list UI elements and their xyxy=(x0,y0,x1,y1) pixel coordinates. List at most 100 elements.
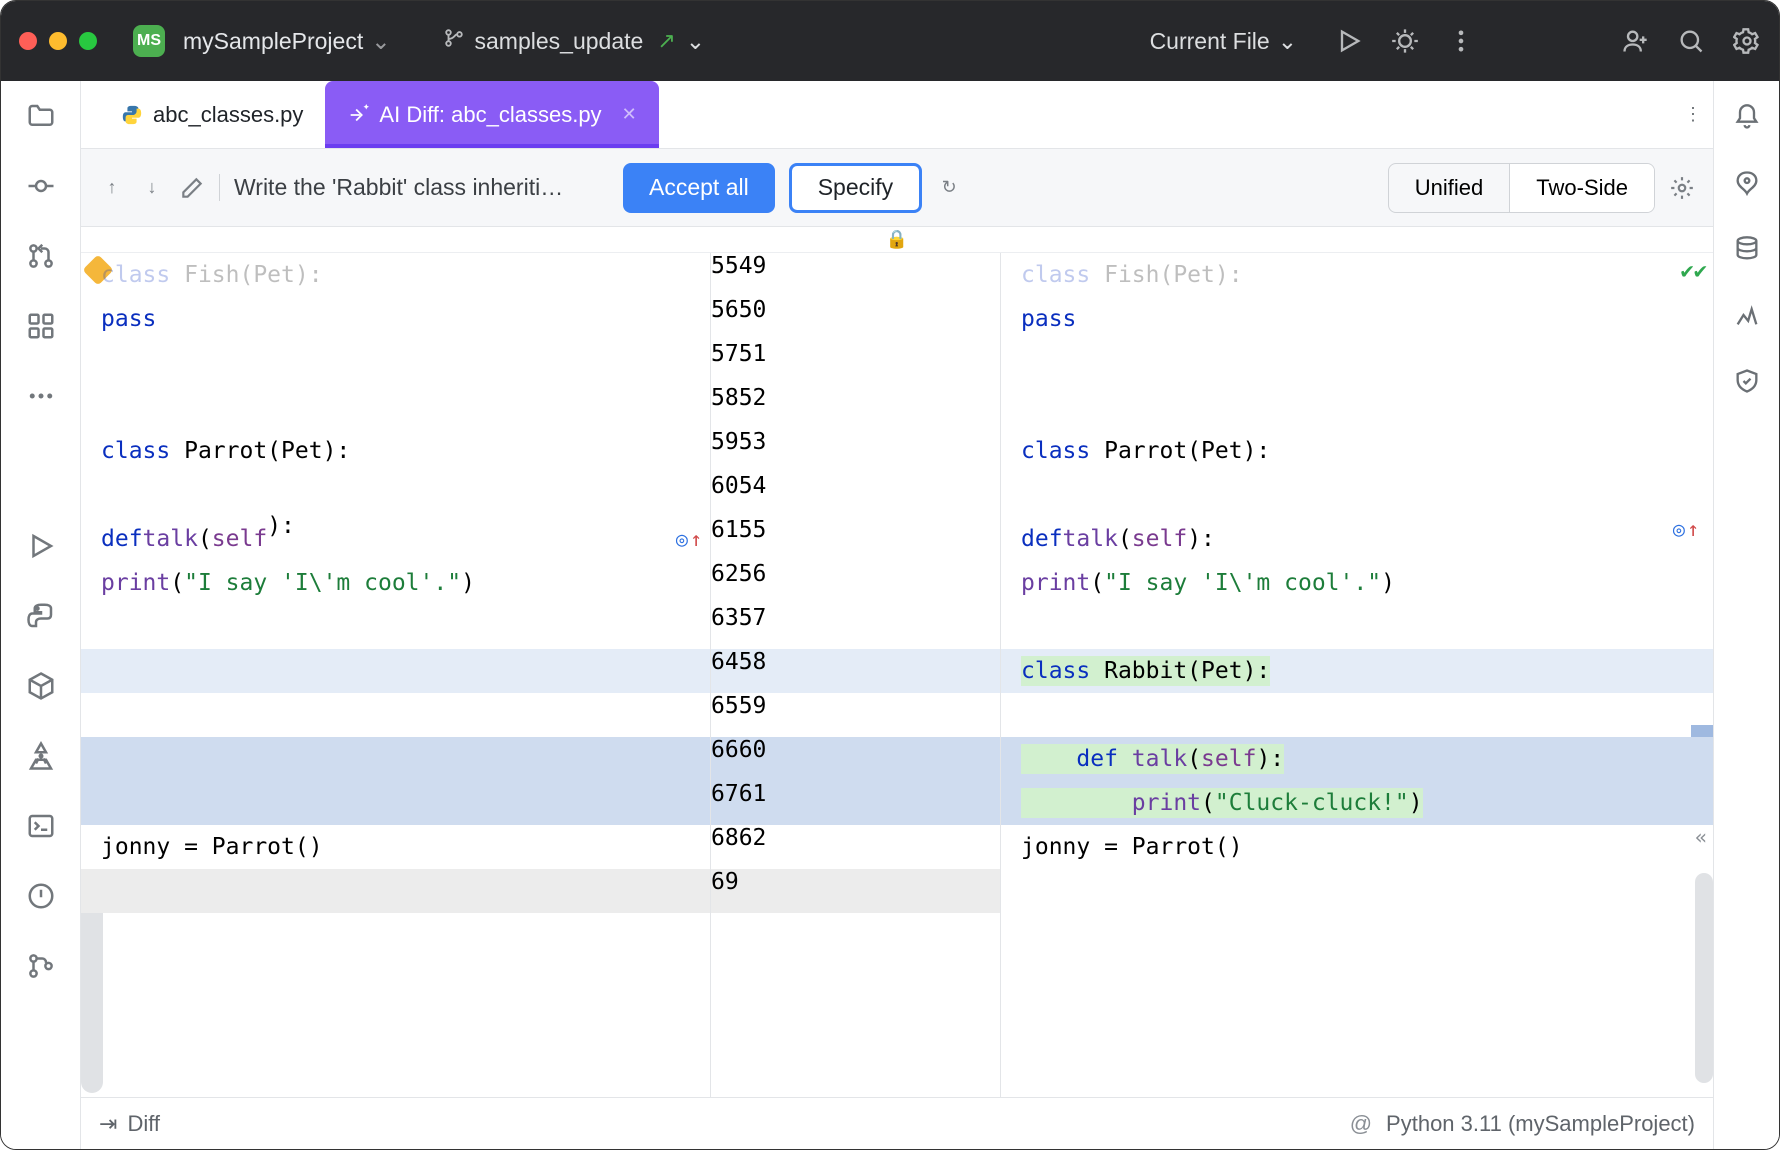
run-config-selector[interactable]: Current File ⌄ xyxy=(1150,28,1297,55)
usages-icon[interactable]: ◎↑ xyxy=(676,527,702,551)
prev-diff-button[interactable]: ↑ xyxy=(99,175,125,201)
line-number: 50 xyxy=(739,297,767,341)
line-number: 66 xyxy=(711,737,739,781)
status-bar: ⇥ Diff @ Python 3.11 (mySampleProject) xyxy=(81,1097,1713,1149)
project-name: mySampleProject xyxy=(183,28,363,55)
project-tool-icon[interactable] xyxy=(26,101,56,131)
diff-settings-icon[interactable] xyxy=(1669,175,1695,201)
refresh-button[interactable]: ↻ xyxy=(936,175,962,201)
line-number: 59 xyxy=(711,429,739,473)
left-tool-rail xyxy=(1,81,81,1149)
notifications-icon[interactable] xyxy=(1733,103,1761,131)
diff-view: class Fish(Pet): pass class Parrot(Pet):… xyxy=(81,253,1713,1097)
more-tools-icon[interactable] xyxy=(26,381,56,411)
specify-button[interactable]: Specify xyxy=(789,163,922,213)
view-twoside-option[interactable]: Two-Side xyxy=(1509,164,1654,212)
database-tool-icon[interactable] xyxy=(1733,235,1761,263)
project-selector[interactable]: mySampleProject ⌄ xyxy=(183,28,391,55)
debug-button[interactable] xyxy=(1391,27,1419,55)
structure-tool-icon[interactable] xyxy=(26,311,56,341)
line-number: 49 xyxy=(739,253,767,297)
diff-left-pane[interactable]: class Fish(Pet): pass class Parrot(Pet):… xyxy=(81,253,711,1097)
run-tool-icon[interactable] xyxy=(26,531,56,561)
tab-ai-diff[interactable]: AI Diff: abc_classes.py ✕ xyxy=(325,81,658,148)
branch-icon xyxy=(443,27,465,55)
editor-tabs: abc_classes.py AI Diff: abc_classes.py ✕… xyxy=(81,81,1713,149)
line-number: 61 xyxy=(711,517,739,561)
line-number: 62 xyxy=(711,561,739,605)
vcs-branch-selector[interactable]: samples_update ↗ ⌄ xyxy=(443,27,706,55)
services-tool-icon[interactable] xyxy=(26,741,56,771)
search-icon[interactable] xyxy=(1677,27,1705,55)
run-config-label: Current File xyxy=(1150,28,1270,55)
line-number: 64 xyxy=(711,649,739,693)
diff-toolbar: ↑ ↓ Write the 'Rabbit' class inheriti… A… xyxy=(81,149,1713,227)
line-number: 58 xyxy=(711,385,739,429)
view-unified-option[interactable]: Unified xyxy=(1389,164,1509,212)
tab-file-label: abc_classes.py xyxy=(153,102,303,128)
diff-gutter: 5549 5650 5751 5852 5953 6054 6155◎↑ 625… xyxy=(711,253,1001,1097)
chevron-down-icon: ⌄ xyxy=(686,28,705,55)
python-file-icon xyxy=(121,104,143,126)
status-left-label: Diff xyxy=(127,1111,160,1137)
tab-file[interactable]: abc_classes.py xyxy=(99,81,325,148)
close-window-button[interactable] xyxy=(19,32,37,50)
line-number: 60 xyxy=(739,737,767,763)
ai-diff-icon xyxy=(347,104,369,126)
diff-right-pane[interactable]: ✔✔ class Fish(Pet): pass class Parrot(Pe… xyxy=(1001,253,1713,1097)
line-number: 69 xyxy=(711,869,739,913)
line-number: 62 xyxy=(739,825,767,851)
line-number: 55 xyxy=(711,253,739,297)
branch-name: samples_update xyxy=(475,28,644,55)
line-number: 68 xyxy=(711,825,739,869)
diff-nav-icon[interactable]: ⇥ xyxy=(99,1111,117,1137)
shield-icon[interactable] xyxy=(1733,367,1761,395)
python-console-icon[interactable] xyxy=(26,601,56,631)
right-tool-rail xyxy=(1713,81,1779,1149)
ai-assistant-icon[interactable] xyxy=(1733,169,1761,197)
window-controls xyxy=(19,32,97,50)
project-badge: MS xyxy=(133,25,165,57)
problems-tool-icon[interactable] xyxy=(26,881,56,911)
terminal-tool-icon[interactable] xyxy=(26,811,56,841)
line-number: 54 xyxy=(739,473,767,517)
line-number: 59 xyxy=(739,693,767,737)
minimize-window-button[interactable] xyxy=(49,32,67,50)
at-icon[interactable]: @ xyxy=(1350,1111,1372,1137)
more-actions-button[interactable] xyxy=(1447,27,1475,55)
titlebar: MS mySampleProject ⌄ samples_update ↗ ⌄ … xyxy=(1,1,1779,81)
interpreter-label[interactable]: Python 3.11 (mySampleProject) xyxy=(1386,1111,1695,1137)
vcs-tool-icon[interactable] xyxy=(26,951,56,981)
line-number: 67 xyxy=(711,781,739,825)
readonly-lock-icon: 🔒 xyxy=(886,229,908,250)
line-number: 57 xyxy=(739,605,767,649)
zoom-window-button[interactable] xyxy=(79,32,97,50)
line-number: 56 xyxy=(739,561,767,605)
close-tab-icon[interactable]: ✕ xyxy=(622,104,637,125)
ai-prompt-text: Write the 'Rabbit' class inheriti… xyxy=(219,174,609,201)
line-number: 53 xyxy=(739,429,767,473)
settings-icon[interactable] xyxy=(1733,27,1761,55)
line-number: 63 xyxy=(711,605,739,649)
pull-requests-icon[interactable] xyxy=(26,241,56,271)
line-number: 65 xyxy=(711,693,739,737)
accept-all-button[interactable]: Accept all xyxy=(623,163,775,213)
collaborate-icon[interactable] xyxy=(1621,27,1649,55)
edit-icon[interactable] xyxy=(179,175,205,201)
commit-tool-icon[interactable] xyxy=(26,171,56,201)
diff-view-mode-toggle[interactable]: Unified Two-Side xyxy=(1388,163,1655,213)
next-diff-button[interactable]: ↓ xyxy=(139,175,165,201)
tabs-more-button[interactable]: ⋮ xyxy=(1673,81,1713,148)
tab-ai-diff-label: AI Diff: abc_classes.py xyxy=(379,102,601,128)
line-number: 58 xyxy=(739,649,767,675)
coverage-icon[interactable] xyxy=(1733,301,1761,329)
packages-tool-icon[interactable] xyxy=(26,671,56,701)
chevron-down-icon: ⌄ xyxy=(1278,28,1297,55)
line-number: 57 xyxy=(711,341,739,385)
line-number: 52 xyxy=(739,385,767,429)
push-arrow-icon: ↗ xyxy=(657,28,675,54)
run-button[interactable] xyxy=(1335,27,1363,55)
line-number: 61 xyxy=(739,781,767,825)
line-number: 60 xyxy=(711,473,739,517)
line-number: 56 xyxy=(711,297,739,341)
